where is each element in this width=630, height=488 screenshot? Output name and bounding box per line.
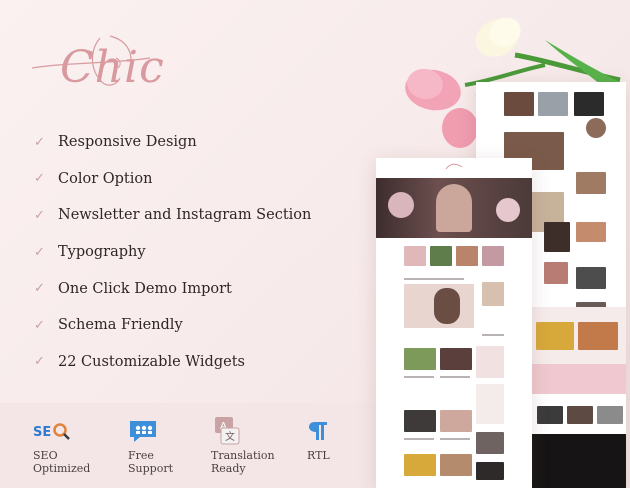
mockup-thumbnail — [430, 246, 452, 266]
feature-label: Color Option — [58, 170, 153, 187]
pilcrow-rtl-icon — [309, 422, 327, 440]
badge-rtl: RTL — [307, 417, 387, 462]
translation-icon: A 文 — [215, 417, 240, 445]
svg-text:SE: SE — [33, 425, 51, 440]
mockup-thumbnail — [404, 348, 436, 370]
mockup-thumbnail — [434, 288, 460, 324]
feature-label: Typography — [58, 244, 146, 261]
mockup-text-line — [482, 334, 504, 336]
mockup-header — [376, 158, 532, 178]
mockup-thumbnail — [576, 172, 606, 194]
mockup-thumbnail — [476, 462, 504, 480]
badge-seo: SE SEO Optimized — [33, 417, 113, 475]
feature-label: 22 Customizable Widgets — [58, 353, 245, 370]
mockup-thumbnail — [404, 454, 436, 476]
mockup-thumbnail — [544, 262, 568, 284]
mockup-thumbnail — [440, 410, 472, 432]
feature-item: ✓ One Click Demo Import — [34, 270, 311, 307]
mockup-thumbnail — [538, 92, 568, 116]
mockup-thumbnail — [440, 454, 472, 476]
mockup-text-line — [404, 438, 434, 440]
logo-text: Chic — [60, 42, 165, 93]
mockup-hero-flower — [496, 198, 520, 222]
mockup-thumbnail — [576, 267, 606, 289]
svg-text:文: 文 — [225, 430, 235, 443]
badge-label: Free — [128, 449, 154, 462]
mockup-thumbnail — [574, 92, 604, 116]
badge-label: RTL — [307, 449, 330, 462]
feature-item: ✓ Responsive Design — [34, 124, 311, 161]
feature-label: Responsive Design — [58, 134, 197, 151]
check-icon: ✓ — [34, 281, 45, 297]
check-icon: ✓ — [34, 171, 45, 187]
mockup-sidebar-widget — [476, 384, 504, 424]
feature-label: One Click Demo Import — [58, 280, 232, 297]
feature-item: ✓ 22 Customizable Widgets — [34, 344, 311, 381]
mockup-thumbnail — [537, 406, 563, 424]
mockup-thumbnail — [586, 118, 606, 138]
feature-item: ✓ Color Option — [34, 161, 311, 198]
mockup-thumbnail — [544, 222, 570, 252]
badge-label: Ready — [211, 462, 246, 475]
mockup-thumbnail — [504, 92, 534, 116]
theme-mockup-front — [376, 158, 532, 488]
mockup-thumbnail — [567, 406, 593, 424]
mockup-thumbnail — [440, 348, 472, 370]
feature-item: ✓ Schema Friendly — [34, 307, 311, 344]
badge-label: Optimized — [33, 462, 91, 475]
mockup-hero-flower — [388, 192, 414, 218]
seo-search-icon: SE — [33, 423, 70, 440]
mockup-thumbnail — [456, 246, 478, 266]
mockup-text-line — [440, 438, 470, 440]
badge-label: Support — [128, 462, 174, 475]
feature-list: ✓ Responsive Design ✓ Color Option ✓ Newsle… — [34, 124, 311, 380]
badge-support: Free Support — [128, 417, 208, 475]
mockup-thumbnail — [536, 322, 574, 350]
mockup-footer — [531, 434, 626, 488]
check-icon: ✓ — [34, 317, 45, 333]
feature-label: Schema Friendly — [58, 317, 183, 334]
feature-label: Newsletter and Instagram Section — [58, 207, 312, 224]
mockup-logo-icon — [445, 163, 463, 170]
check-icon: ✓ — [34, 134, 45, 150]
badge-translation: A 文 Translation Ready — [211, 417, 291, 475]
mockup-text-line — [404, 376, 434, 378]
mockup-hero-portrait — [436, 184, 472, 232]
mockup-footer-thumbs — [531, 400, 626, 434]
mockup-thumbnail — [482, 282, 504, 306]
mockup-thumbnail — [476, 432, 504, 454]
feature-item: ✓ Typography — [34, 234, 311, 271]
feature-item: ✓ Newsletter and Instagram Section — [34, 197, 311, 234]
mockup-thumbnail — [404, 410, 436, 432]
chat-support-icon — [130, 421, 156, 442]
mockup-sidebar-widget — [476, 346, 504, 378]
mockup-newsletter-section — [531, 364, 626, 394]
check-icon: ✓ — [34, 244, 45, 260]
mockup-thumbnail — [578, 322, 618, 350]
badge-bar: SE SEO Optimized Free Support A 文 Transl… — [0, 403, 380, 488]
mockup-text-line — [440, 376, 470, 378]
mockup-text-line — [404, 278, 464, 280]
mockup-thumbnail — [404, 246, 426, 266]
badge-label: Translation — [211, 449, 275, 462]
mockup-thumbnail — [597, 406, 623, 424]
check-icon: ✓ — [34, 207, 45, 223]
badge-label: SEO — [33, 449, 58, 462]
mockup-hero-banner — [376, 178, 532, 238]
mockup-thumbnail — [576, 222, 606, 242]
mockup-thumbnail — [482, 246, 504, 266]
check-icon: ✓ — [34, 354, 45, 370]
